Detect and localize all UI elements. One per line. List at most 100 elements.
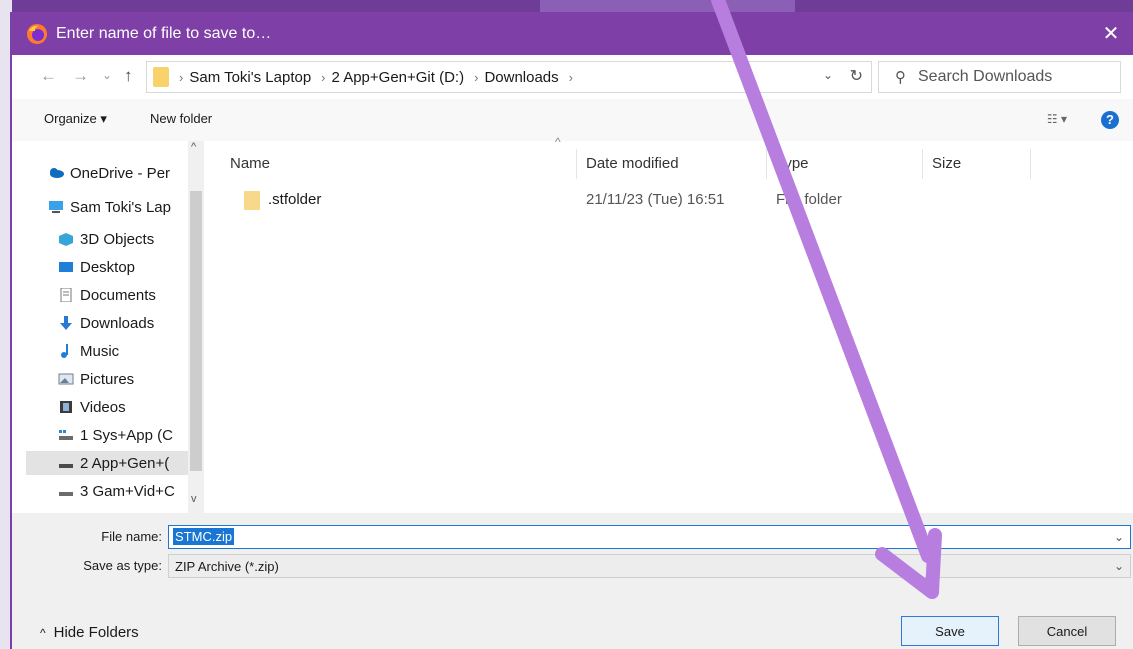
search-icon: ⚲: [895, 69, 906, 86]
sidebar-item-this-pc[interactable]: Sam Toki's Lap: [48, 195, 198, 219]
file-name-value[interactable]: STMC.zip: [173, 528, 235, 545]
chevron-down-icon[interactable]: ⌄: [1114, 530, 1124, 544]
sidebar-item-label: Documents: [80, 286, 156, 304]
sidebar-item-label: Sam Toki's Lap: [70, 198, 171, 216]
pictures-icon: [58, 373, 74, 385]
dialog-title: Enter name of file to save to…: [56, 24, 272, 42]
sidebar-item-desktop[interactable]: Desktop: [58, 255, 208, 279]
folder-icon: [153, 67, 169, 87]
search-placeholder: Search Downloads: [918, 68, 1053, 85]
forward-arrow-icon[interactable]: →: [72, 66, 89, 86]
scrollbar-thumb[interactable]: [190, 191, 202, 471]
sidebar-item-label: Downloads: [80, 314, 155, 332]
save-type-value: ZIP Archive (*.zip): [175, 559, 279, 574]
download-arrow-icon: [60, 316, 72, 330]
help-icon[interactable]: ?: [1101, 111, 1119, 129]
column-header-size[interactable]: Size: [932, 155, 961, 172]
sidebar-item-label: 3 Gam+Vid+C: [80, 482, 175, 500]
navigation-pane: OneDrive - Per Sam Toki's Lap 3D Objects…: [12, 141, 204, 513]
sidebar-item-label: Videos: [80, 398, 126, 416]
scroll-up-icon[interactable]: ^: [191, 141, 196, 153]
drive-icon: [59, 464, 73, 468]
refresh-icon[interactable]: ↻: [850, 66, 863, 86]
column-header-date[interactable]: Date modified: [586, 155, 679, 172]
new-folder-button[interactable]: New folder: [150, 111, 212, 126]
file-row[interactable]: .stfolder 21/11/23 (Tue) 16:51 File fold…: [208, 189, 908, 213]
recent-locations-chevron-icon[interactable]: ⌄: [102, 68, 112, 82]
address-bar[interactable]: › Sam Toki's Laptop › 2 App+Gen+Git (D:)…: [146, 61, 872, 93]
up-arrow-icon[interactable]: ↑: [124, 66, 133, 86]
document-icon: [60, 288, 72, 302]
file-date: 21/11/23 (Tue) 16:51: [586, 191, 725, 208]
sidebar-item-label: 2 App+Gen+(: [80, 454, 170, 472]
column-divider[interactable]: [1030, 149, 1031, 179]
background-tab: [540, 0, 795, 12]
sidebar-item-label: 1 Sys+App (C: [80, 426, 173, 444]
breadcrumb-separator-icon[interactable]: ›: [569, 70, 573, 85]
background-window-strip: [0, 0, 1133, 12]
sidebar-item-3d-objects[interactable]: 3D Objects: [58, 227, 208, 251]
breadcrumb-item[interactable]: 2 App+Gen+Git (D:): [332, 69, 465, 86]
sidebar-item-label: 3D Objects: [80, 230, 155, 248]
computer-icon: [49, 201, 63, 213]
folder-icon: [244, 191, 260, 210]
back-arrow-icon[interactable]: ←: [40, 66, 57, 86]
file-type: File folder: [776, 191, 842, 208]
cancel-button[interactable]: Cancel: [1018, 616, 1116, 646]
sort-ascending-icon: ^: [555, 135, 561, 149]
file-name: .stfolder: [268, 191, 322, 208]
sidebar-item-drive-c[interactable]: 1 Sys+App (C: [58, 423, 208, 447]
file-list: ^ Name Date modified Type Size .stfolder…: [208, 135, 1133, 513]
cube-icon: [59, 233, 73, 246]
sidebar-scrollbar[interactable]: ^ v: [188, 141, 204, 513]
sidebar-item-label: Desktop: [80, 258, 136, 276]
hide-folders-label: Hide Folders: [53, 624, 139, 641]
command-bar: Organize ▾ New folder ☷ ▾ ?: [12, 99, 1133, 141]
column-divider[interactable]: [576, 149, 577, 179]
save-type-select[interactable]: ZIP Archive (*.zip) ⌄: [168, 554, 1131, 578]
drive-icon: [59, 492, 73, 496]
drive-icon: [59, 430, 73, 440]
breadcrumb-separator-icon: ›: [474, 69, 479, 85]
column-header-type[interactable]: Type: [776, 155, 809, 172]
sidebar-item-label: Pictures: [80, 370, 135, 388]
title-bar: Enter name of file to save to… ✕: [12, 12, 1133, 55]
breadcrumb-separator-icon: ›: [179, 69, 184, 85]
sidebar-item-drive-d[interactable]: 2 App+Gen+(: [26, 451, 201, 475]
column-divider[interactable]: [922, 149, 923, 179]
sidebar-item-label: Music: [80, 342, 120, 360]
sidebar-item-label: OneDrive - Per: [70, 164, 171, 182]
sidebar-item-drive-e[interactable]: 3 Gam+Vid+C: [58, 479, 208, 503]
breadcrumb-separator-icon: ›: [321, 69, 326, 85]
save-type-label: Save as type:: [83, 558, 162, 573]
chevron-up-icon: ^: [40, 625, 46, 640]
hide-folders-toggle[interactable]: ^ Hide Folders: [40, 624, 139, 641]
sidebar-item-music[interactable]: Music: [58, 339, 208, 363]
cloud-icon: [50, 168, 64, 178]
search-input[interactable]: ⚲ Search Downloads: [878, 61, 1121, 93]
firefox-icon: [27, 23, 47, 44]
breadcrumb-item[interactable]: Sam Toki's Laptop: [189, 69, 311, 86]
sidebar-item-onedrive[interactable]: OneDrive - Per: [48, 161, 198, 185]
chevron-down-icon[interactable]: ⌄: [1114, 559, 1124, 573]
sidebar-item-videos[interactable]: Videos: [58, 395, 208, 419]
navigation-bar: ← → ⌄ ↑ › Sam Toki's Laptop › 2 App+Gen+…: [12, 55, 1133, 99]
column-divider[interactable]: [766, 149, 767, 179]
sidebar-item-documents[interactable]: Documents: [58, 283, 208, 307]
video-icon: [60, 401, 72, 413]
address-dropdown-icon[interactable]: ⌄: [823, 68, 833, 82]
close-icon[interactable]: ✕: [1099, 21, 1123, 46]
save-options-panel: File name: STMC.zip ⌄ Save as type: ZIP …: [12, 513, 1133, 649]
music-note-icon: [61, 344, 68, 358]
column-header-name[interactable]: Name: [230, 155, 270, 172]
file-name-label: File name:: [101, 529, 162, 544]
desktop-icon: [59, 262, 73, 272]
scroll-down-icon[interactable]: v: [191, 493, 197, 505]
sidebar-item-downloads[interactable]: Downloads: [58, 311, 208, 335]
save-button[interactable]: Save: [901, 616, 999, 646]
sidebar-item-pictures[interactable]: Pictures: [58, 367, 208, 391]
organize-menu[interactable]: Organize ▾: [44, 111, 107, 127]
view-options-icon[interactable]: ☷ ▾: [1047, 112, 1067, 126]
breadcrumb-item[interactable]: Downloads: [484, 69, 558, 86]
file-name-field[interactable]: STMC.zip ⌄: [168, 525, 1131, 549]
